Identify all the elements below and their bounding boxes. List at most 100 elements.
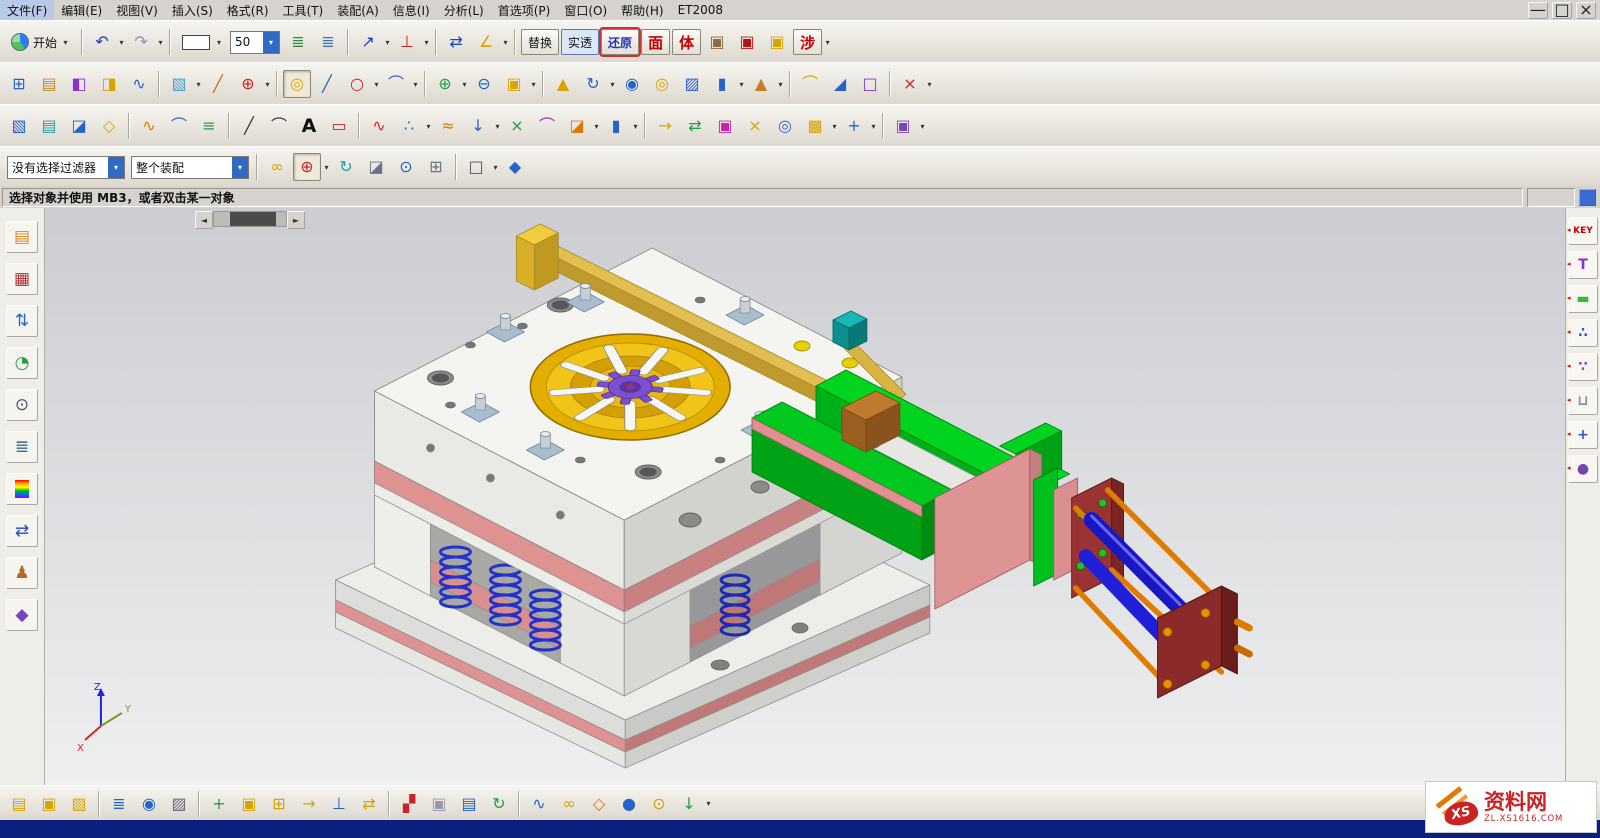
menu-item-7[interactable]: 装配(A) — [330, 0, 386, 21]
menu-item-11[interactable]: 窗口(O) — [557, 0, 614, 21]
subtract-icon[interactable]: ⊖ — [470, 70, 498, 98]
circle-icon-dropdown[interactable]: ▾ — [372, 80, 381, 89]
fullscreen-icon[interactable] — [1579, 189, 1596, 206]
undo-icon-dropdown[interactable]: ▾ — [117, 38, 126, 47]
extrude-icon[interactable]: ▲ — [549, 70, 577, 98]
interference-button-dropdown[interactable]: ▾ — [823, 38, 832, 47]
sew-icon[interactable]: ∿ — [125, 70, 153, 98]
scroll-track[interactable] — [213, 211, 287, 227]
n-sided-surface-icon[interactable]: ◇ — [95, 112, 123, 140]
section-curve-icon-dropdown[interactable]: ▾ — [592, 122, 601, 131]
restore-button[interactable]: □ — [1552, 2, 1572, 19]
shaded-view-icon[interactable]: ◪ — [362, 153, 390, 181]
extract-geometry-icon[interactable]: ◨ — [95, 70, 123, 98]
shaded-cube-icon[interactable]: ◆ — [501, 153, 529, 181]
key-library-icon[interactable]: ◂KEY — [1568, 217, 1598, 245]
start-dropdown[interactable]: ▾ — [61, 38, 70, 47]
snap-point-icon-dropdown[interactable]: ▾ — [322, 163, 331, 172]
work-layer-combo[interactable]: 50 ▾ — [230, 31, 280, 54]
structure-icon[interactable]: ● — [615, 790, 643, 818]
measure-distance-icon[interactable]: ⇄ — [442, 28, 470, 56]
undo-icon[interactable]: ↶ — [88, 28, 116, 56]
vector-icon[interactable]: ↗ — [354, 28, 382, 56]
component-icon[interactable]: ▣ — [35, 790, 63, 818]
move-face-icon[interactable]: → — [651, 112, 679, 140]
rotate-view-icon[interactable]: ↻ — [332, 153, 360, 181]
swept-surface-icon[interactable]: ◪ — [65, 112, 93, 140]
bridge-curve-icon[interactable]: ⌒ — [533, 112, 561, 140]
selection-scope-combo[interactable]: 整个装配 ▾ — [131, 156, 249, 179]
resize-blend-icon[interactable]: ◎ — [771, 112, 799, 140]
circle-icon[interactable]: ○ — [343, 70, 371, 98]
interference-button[interactable]: 涉 — [793, 29, 822, 55]
arc-icon-dropdown[interactable]: ▾ — [411, 80, 420, 89]
ruled-surface-icon[interactable]: ▧ — [5, 112, 33, 140]
translucent-button[interactable]: 实透 — [561, 29, 599, 55]
menu-item-13[interactable]: ET2008 — [671, 1, 730, 19]
new-component-icon[interactable]: ▣ — [235, 790, 263, 818]
rotary-disc[interactable] — [530, 334, 730, 440]
restore-button[interactable]: 还原 — [601, 29, 639, 55]
offset-surface-icon[interactable]: ≡ — [195, 112, 223, 140]
pie-chart-icon[interactable]: ◔ — [6, 347, 38, 379]
close-button[interactable]: × — [1576, 2, 1596, 19]
orient-view-icon[interactable]: ⊙ — [392, 153, 420, 181]
window-layout-icon[interactable]: ▤ — [6, 221, 38, 253]
color-swatch-combo[interactable]: ▾ — [178, 32, 224, 53]
boss-icon[interactable]: ◎ — [648, 70, 676, 98]
cube-icon[interactable]: ◆ — [6, 599, 38, 631]
suppress-component-icon[interactable]: ▣ — [425, 790, 453, 818]
sequence-icon[interactable]: ↻ — [485, 790, 513, 818]
menu-item-3[interactable]: 视图(V) — [109, 0, 165, 21]
selection-filter-combo[interactable]: 没有选择过滤器 ▾ — [7, 156, 125, 179]
scroll-right-button[interactable]: ► — [287, 211, 305, 229]
loop-select-icon[interactable]: ◎ — [283, 70, 311, 98]
redo-icon[interactable]: ↷ — [127, 28, 155, 56]
studio-spline-icon[interactable]: ∿ — [365, 112, 393, 140]
patch-icon[interactable]: ▩ — [801, 112, 829, 140]
start-button[interactable]: 开始 ▾ — [5, 28, 76, 56]
vector-icon-dropdown[interactable]: ▾ — [383, 38, 392, 47]
arc-icon[interactable]: ⌒ — [382, 70, 410, 98]
interpart-link-icon[interactable]: ∞ — [555, 790, 583, 818]
template-tool-icon[interactable]: ◂T — [1568, 251, 1598, 279]
parts-cluster-icon[interactable]: ◂∴ — [1568, 319, 1598, 347]
arrangements-icon[interactable]: ▤ — [455, 790, 483, 818]
standard-parts-icon[interactable]: ◂∵ — [1568, 353, 1598, 381]
layer-visible-icon[interactable]: ≣ — [314, 28, 342, 56]
edit-feature-icon-dropdown[interactable]: ▾ — [869, 122, 878, 131]
hydraulic-cylinder[interactable] — [935, 449, 1250, 698]
patch-icon-dropdown[interactable]: ▾ — [830, 122, 839, 131]
open-component-icon[interactable]: ▧ — [65, 790, 93, 818]
assembly-constraints-icon[interactable]: ⊥ — [325, 790, 353, 818]
edit-feature-icon[interactable]: + — [840, 112, 868, 140]
csys-icon-dropdown[interactable]: ▾ — [422, 38, 431, 47]
thermometer-icon[interactable]: ⇅ — [6, 305, 38, 337]
offset-face-icon[interactable]: ⇄ — [681, 112, 709, 140]
unite-icon[interactable]: ⊕ — [431, 70, 459, 98]
replace-component-icon[interactable]: ⇄ — [355, 790, 383, 818]
info-list-icon[interactable]: ≣ — [6, 431, 38, 463]
point-set-icon[interactable]: ∴ — [395, 112, 423, 140]
people-icon[interactable]: ♟ — [6, 557, 38, 589]
text-icon[interactable]: A — [295, 112, 323, 140]
datum-plane-icon-dropdown[interactable]: ▾ — [194, 80, 203, 89]
trim-body-icon-dropdown[interactable]: ▾ — [925, 80, 934, 89]
replace-face-icon[interactable]: ▣ — [711, 112, 739, 140]
promote-body-icon[interactable]: ◧ — [65, 70, 93, 98]
arc-icon[interactable]: ⌒ — [265, 112, 293, 140]
instance-geometry-icon[interactable]: ▤ — [35, 70, 63, 98]
copy-face-icon[interactable]: ▣ — [703, 28, 731, 56]
sheet-body-icon[interactable]: ▨ — [678, 70, 706, 98]
menu-item-5[interactable]: 格式(R) — [220, 0, 276, 21]
snap-point-icon[interactable]: ⊕ — [293, 153, 321, 181]
measure-angle-icon[interactable]: ∠ — [472, 28, 500, 56]
interpart-link-icon[interactable]: ∞ — [263, 153, 291, 181]
component-list-icon[interactable]: ≣ — [105, 790, 133, 818]
revolve-icon-dropdown[interactable]: ▾ — [608, 80, 617, 89]
csys-icon[interactable]: ⊥ — [393, 28, 421, 56]
datum-axis-icon[interactable]: ╱ — [204, 70, 232, 98]
select-rectangle-icon-dropdown[interactable]: ▾ — [491, 163, 500, 172]
replace-button[interactable]: 替换 — [521, 29, 559, 55]
face-button[interactable]: 面 — [641, 29, 670, 55]
